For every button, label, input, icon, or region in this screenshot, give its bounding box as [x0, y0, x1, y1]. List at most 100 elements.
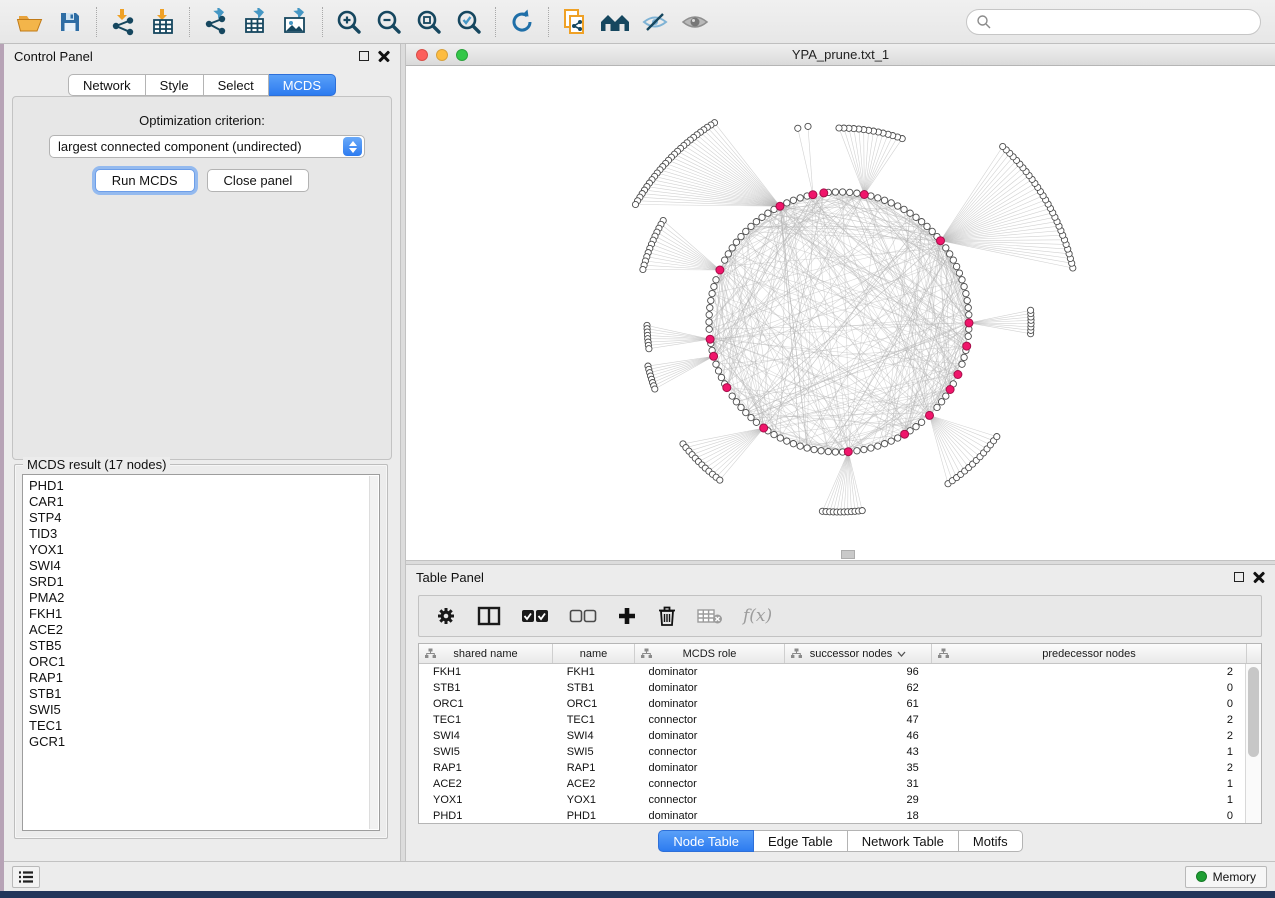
network-canvas[interactable]	[406, 66, 1275, 560]
graph-node[interactable]	[934, 404, 940, 410]
graph-node[interactable]	[753, 419, 759, 425]
column-header-predecessor-nodes[interactable]: predecessor nodes	[932, 644, 1247, 663]
graph-node[interactable]	[965, 333, 971, 339]
import-network-button[interactable]	[103, 4, 143, 40]
new-network-from-selection-button[interactable]	[555, 4, 595, 40]
add-column-button[interactable]	[617, 601, 637, 631]
graph-hub-node-selected[interactable]	[901, 430, 909, 438]
mcds-result-item[interactable]: SWI4	[29, 558, 379, 574]
graph-node[interactable]	[707, 305, 713, 311]
zoom-selected-button[interactable]	[449, 4, 489, 40]
graph-node[interactable]	[965, 305, 971, 311]
mcds-result-item[interactable]: GCR1	[29, 734, 379, 750]
tab-mcds[interactable]: MCDS	[269, 74, 336, 96]
graph-node[interactable]	[929, 228, 935, 234]
table-scrollbar-thumb[interactable]	[1248, 667, 1259, 757]
graph-node[interactable]	[836, 125, 842, 131]
graph-node[interactable]	[729, 393, 735, 399]
function-builder-button[interactable]: f(x)	[743, 601, 772, 631]
graph-node[interactable]	[938, 399, 944, 405]
search-input[interactable]	[966, 9, 1261, 35]
mcds-result-item[interactable]: RAP1	[29, 670, 379, 686]
graph-node[interactable]	[881, 441, 887, 447]
graph-node[interactable]	[994, 434, 1000, 440]
export-table-button[interactable]	[236, 4, 276, 40]
graph-node[interactable]	[832, 189, 838, 195]
graph-hub-node-selected[interactable]	[926, 411, 934, 419]
select-all-checkboxes-button[interactable]	[521, 601, 549, 631]
graph-node[interactable]	[839, 189, 845, 195]
graph-node[interactable]	[632, 201, 638, 207]
graph-node[interactable]	[959, 361, 965, 367]
graph-hub-node-selected[interactable]	[716, 266, 724, 274]
graph-node[interactable]	[784, 200, 790, 206]
graph-node[interactable]	[759, 214, 765, 220]
memory-button[interactable]: Memory	[1185, 866, 1267, 888]
graph-node[interactable]	[895, 435, 901, 441]
graph-node[interactable]	[961, 354, 967, 360]
graph-node[interactable]	[718, 374, 724, 380]
graph-node[interactable]	[777, 435, 783, 441]
zoom-in-button[interactable]	[329, 4, 369, 40]
tab-network-table[interactable]: Network Table	[848, 830, 959, 852]
graph-hub-node-selected[interactable]	[965, 319, 973, 327]
graph-node[interactable]	[790, 197, 796, 203]
graph-node[interactable]	[713, 277, 719, 283]
graph-node[interactable]	[725, 251, 731, 257]
mcds-result-item[interactable]: CAR1	[29, 494, 379, 510]
graph-node[interactable]	[1000, 143, 1006, 149]
tab-style[interactable]: Style	[146, 74, 204, 96]
graph-node[interactable]	[943, 393, 949, 399]
tab-edge-table[interactable]: Edge Table	[754, 830, 848, 852]
mcds-result-item[interactable]: ORC1	[29, 654, 379, 670]
graph-hub-node-selected[interactable]	[723, 384, 731, 392]
graph-hub-node-selected[interactable]	[963, 342, 971, 350]
import-table-button[interactable]	[143, 4, 183, 40]
graph-node[interactable]	[743, 228, 749, 234]
graph-node[interactable]	[966, 312, 972, 318]
graph-node[interactable]	[875, 443, 881, 449]
table-row[interactable]: ACE2ACE2connector311	[419, 776, 1245, 792]
graph-node[interactable]	[961, 283, 967, 289]
float-panel-icon[interactable]	[1234, 572, 1244, 582]
graph-node[interactable]	[797, 443, 803, 449]
graph-node[interactable]	[646, 346, 652, 352]
graph-node[interactable]	[748, 223, 754, 229]
graph-hub-node-selected[interactable]	[776, 202, 784, 210]
float-panel-icon[interactable]	[359, 51, 369, 61]
graph-node[interactable]	[913, 214, 919, 220]
mcds-result-item[interactable]: PHD1	[29, 478, 379, 494]
graph-node[interactable]	[711, 283, 717, 289]
network-graph[interactable]	[406, 66, 1275, 560]
graph-node[interactable]	[947, 251, 953, 257]
table-settings-button[interactable]	[435, 601, 457, 631]
graph-node[interactable]	[875, 195, 881, 201]
graph-node[interactable]	[854, 190, 860, 196]
graph-node[interactable]	[717, 477, 723, 483]
graph-node[interactable]	[708, 297, 714, 303]
graph-node[interactable]	[771, 431, 777, 437]
graph-node[interactable]	[795, 125, 801, 131]
first-neighbors-button[interactable]	[595, 4, 635, 40]
export-image-button[interactable]	[276, 4, 316, 40]
network-window-titlebar[interactable]: YPA_prune.txt_1	[406, 44, 1275, 66]
mcds-result-item[interactable]: STB1	[29, 686, 379, 702]
graph-node[interactable]	[805, 123, 811, 129]
column-header-name[interactable]: name	[553, 644, 635, 663]
graph-node[interactable]	[953, 263, 959, 269]
graph-node[interactable]	[907, 210, 913, 216]
graph-node[interactable]	[738, 404, 744, 410]
mcds-result-item[interactable]: SRD1	[29, 574, 379, 590]
delete-column-button[interactable]	[657, 601, 677, 631]
graph-node[interactable]	[797, 195, 803, 201]
hide-selected-button[interactable]	[635, 4, 675, 40]
table-row[interactable]: RAP1RAP1dominator352	[419, 760, 1245, 776]
graph-node[interactable]	[825, 448, 831, 454]
graph-hub-node-selected[interactable]	[844, 448, 852, 456]
graph-hub-node-selected[interactable]	[946, 386, 954, 394]
graph-node[interactable]	[964, 297, 970, 303]
graph-node[interactable]	[706, 319, 712, 325]
graph-node[interactable]	[733, 399, 739, 405]
graph-node[interactable]	[733, 239, 739, 245]
table-scrollbar[interactable]	[1245, 664, 1261, 823]
